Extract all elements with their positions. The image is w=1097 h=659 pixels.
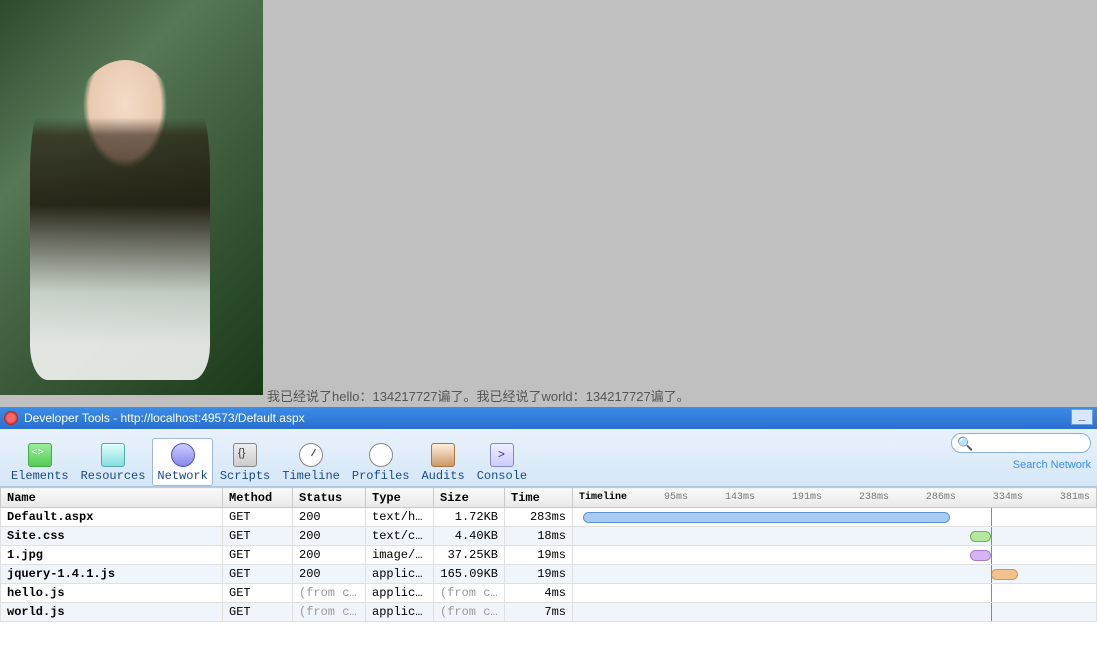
timeline-marker [991, 508, 992, 526]
col-time[interactable]: Time [505, 488, 573, 508]
tab-network[interactable]: Network [152, 438, 212, 486]
cell-timeline [573, 546, 1097, 565]
cell-timeline [573, 584, 1097, 603]
cell-method: GET [223, 508, 293, 527]
cell-size: 37.25KB [434, 546, 505, 565]
cell-timeline [573, 527, 1097, 546]
timeline-bar [970, 531, 991, 542]
table-row[interactable]: hello.jsGET(from ca…applicat…(from ca…4m… [1, 584, 1097, 603]
cell-name: Site.css [1, 527, 223, 546]
cell-type: applicat… [366, 565, 434, 584]
cell-name: Default.aspx [1, 508, 223, 527]
cell-type: applicat… [366, 584, 434, 603]
tab-scripts[interactable]: Scripts [215, 438, 275, 486]
cell-name: hello.js [1, 584, 223, 603]
devtools-titlebar[interactable]: Developer Tools - http://localhost:49573… [0, 407, 1097, 429]
table-row[interactable]: Site.cssGET200text/css4.40KB18ms [1, 527, 1097, 546]
cell-time: 19ms [505, 565, 573, 584]
timeline-marker [991, 527, 992, 545]
timeline-bar [970, 550, 991, 561]
table-row[interactable]: world.jsGET(from ca…applicat…(from ca…7m… [1, 603, 1097, 622]
scripts-icon [229, 441, 261, 469]
cell-size: (from ca… [434, 584, 505, 603]
devtools-title: Developer Tools - http://localhost:49573… [24, 411, 305, 425]
page-viewport: 我已经说了hello：134217727谝了。我已经说了world：134217… [0, 0, 1097, 407]
col-size[interactable]: Size [434, 488, 505, 508]
cell-status: 200 [293, 565, 366, 584]
timeline-bar [583, 512, 949, 523]
table-row[interactable]: jquery-1.4.1.jsGET200applicat…165.09KB19… [1, 565, 1097, 584]
cell-status: 200 [293, 546, 366, 565]
cell-size: 1.72KB [434, 508, 505, 527]
tab-profiles[interactable]: Profiles [347, 438, 415, 486]
cell-type: text/html [366, 508, 434, 527]
cell-timeline [573, 565, 1097, 584]
timeline-marker [991, 584, 992, 602]
cell-size: 165.09KB [434, 565, 505, 584]
cell-time: 283ms [505, 508, 573, 527]
timeline-bar [991, 569, 1017, 580]
cell-status: 200 [293, 508, 366, 527]
cell-time: 18ms [505, 527, 573, 546]
page-image [0, 0, 263, 395]
cell-status: (from ca… [293, 603, 366, 622]
profiles-icon [365, 441, 397, 469]
cell-timeline [573, 603, 1097, 622]
network-icon [167, 441, 199, 469]
cell-type: image/jpeg [366, 546, 434, 565]
cell-name: jquery-1.4.1.js [1, 565, 223, 584]
devtools-app-icon [4, 411, 18, 425]
search-icon: 🔍 [957, 436, 973, 452]
timeline-marker [991, 565, 992, 583]
cell-size: (from ca… [434, 603, 505, 622]
devtools-toolbar: Elements Resources Network Scripts Timel… [0, 429, 1097, 487]
cell-size: 4.40KB [434, 527, 505, 546]
table-row[interactable]: 1.jpgGET200image/jpeg37.25KB19ms [1, 546, 1097, 565]
elements-icon [24, 441, 56, 469]
cell-time: 19ms [505, 546, 573, 565]
cell-time: 7ms [505, 603, 573, 622]
tab-audits[interactable]: Audits [416, 438, 469, 486]
timeline-marker [991, 546, 992, 564]
console-icon [486, 441, 518, 469]
audits-icon [427, 441, 459, 469]
cell-timeline [573, 508, 1097, 527]
cell-status: 200 [293, 527, 366, 546]
col-name[interactable]: Name [1, 488, 223, 508]
timeline-icon [295, 441, 327, 469]
resources-icon [97, 441, 129, 469]
network-table: Name Method Status Type Size Time Timeli… [0, 487, 1097, 659]
table-header-row: Name Method Status Type Size Time Timeli… [1, 488, 1097, 508]
minimize-button[interactable]: _ [1071, 409, 1093, 425]
tab-timeline[interactable]: Timeline [277, 438, 345, 486]
search-area: 🔍 Search Network [951, 433, 1091, 471]
cell-method: GET [223, 546, 293, 565]
search-network-link[interactable]: Search Network [951, 459, 1091, 471]
page-caption: 我已经说了hello：134217727谝了。我已经说了world：134217… [263, 384, 694, 407]
col-type[interactable]: Type [366, 488, 434, 508]
col-timeline[interactable]: Timeline 95ms 143ms 191ms 238ms 286ms 33… [573, 488, 1097, 508]
tab-elements[interactable]: Elements [6, 438, 74, 486]
cell-method: GET [223, 584, 293, 603]
cell-method: GET [223, 603, 293, 622]
cell-time: 4ms [505, 584, 573, 603]
tab-resources[interactable]: Resources [76, 438, 151, 486]
table-row[interactable]: Default.aspxGET200text/html1.72KB283ms [1, 508, 1097, 527]
col-status[interactable]: Status [293, 488, 366, 508]
timeline-marker [991, 603, 992, 621]
cell-type: applicat… [366, 603, 434, 622]
col-method[interactable]: Method [223, 488, 293, 508]
cell-name: 1.jpg [1, 546, 223, 565]
page-blank-area: 我已经说了hello：134217727谝了。我已经说了world：134217… [263, 0, 1097, 407]
cell-method: GET [223, 527, 293, 546]
cell-method: GET [223, 565, 293, 584]
cell-status: (from ca… [293, 584, 366, 603]
cell-name: world.js [1, 603, 223, 622]
cell-type: text/css [366, 527, 434, 546]
tab-console[interactable]: Console [472, 438, 532, 486]
